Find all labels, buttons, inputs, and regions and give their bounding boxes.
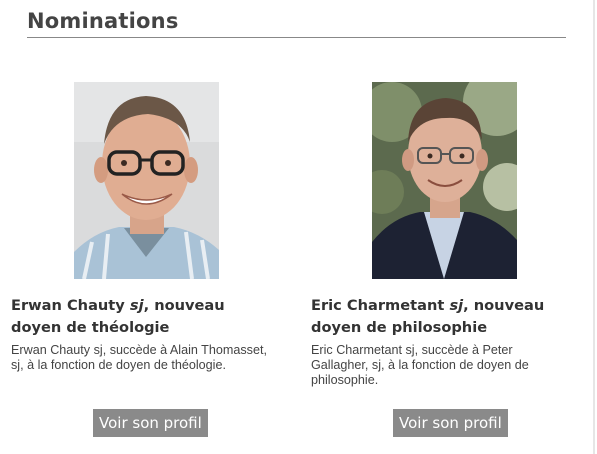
nomination-title: Erwan Chauty sj, nouveau doyen de théolo… <box>11 295 279 339</box>
portrait-photo[interactable] <box>74 82 219 279</box>
view-profile-button[interactable]: Voir son profil <box>393 409 508 437</box>
portrait-photo[interactable] <box>372 82 517 279</box>
view-profile-button[interactable]: Voir son profil <box>93 409 208 437</box>
nomination-card: Eric Charmetant sj, nouveau doyen de phi… <box>311 0 581 454</box>
nomination-title: Eric Charmetant sj, nouveau doyen de phi… <box>311 295 579 339</box>
nomination-description: Erwan Chauty sj, succède à Alain Thomass… <box>11 343 267 372</box>
nomination-card: Erwan Chauty sj, nouveau doyen de théolo… <box>11 0 281 454</box>
sj-suffix: sj <box>449 297 464 314</box>
sj-suffix: sj <box>129 297 144 314</box>
person-name: Erwan Chauty <box>11 297 125 314</box>
person-name: Eric Charmetant <box>311 297 445 314</box>
nomination-description: Eric Charmetant sj, succède à Peter Gall… <box>311 343 529 387</box>
